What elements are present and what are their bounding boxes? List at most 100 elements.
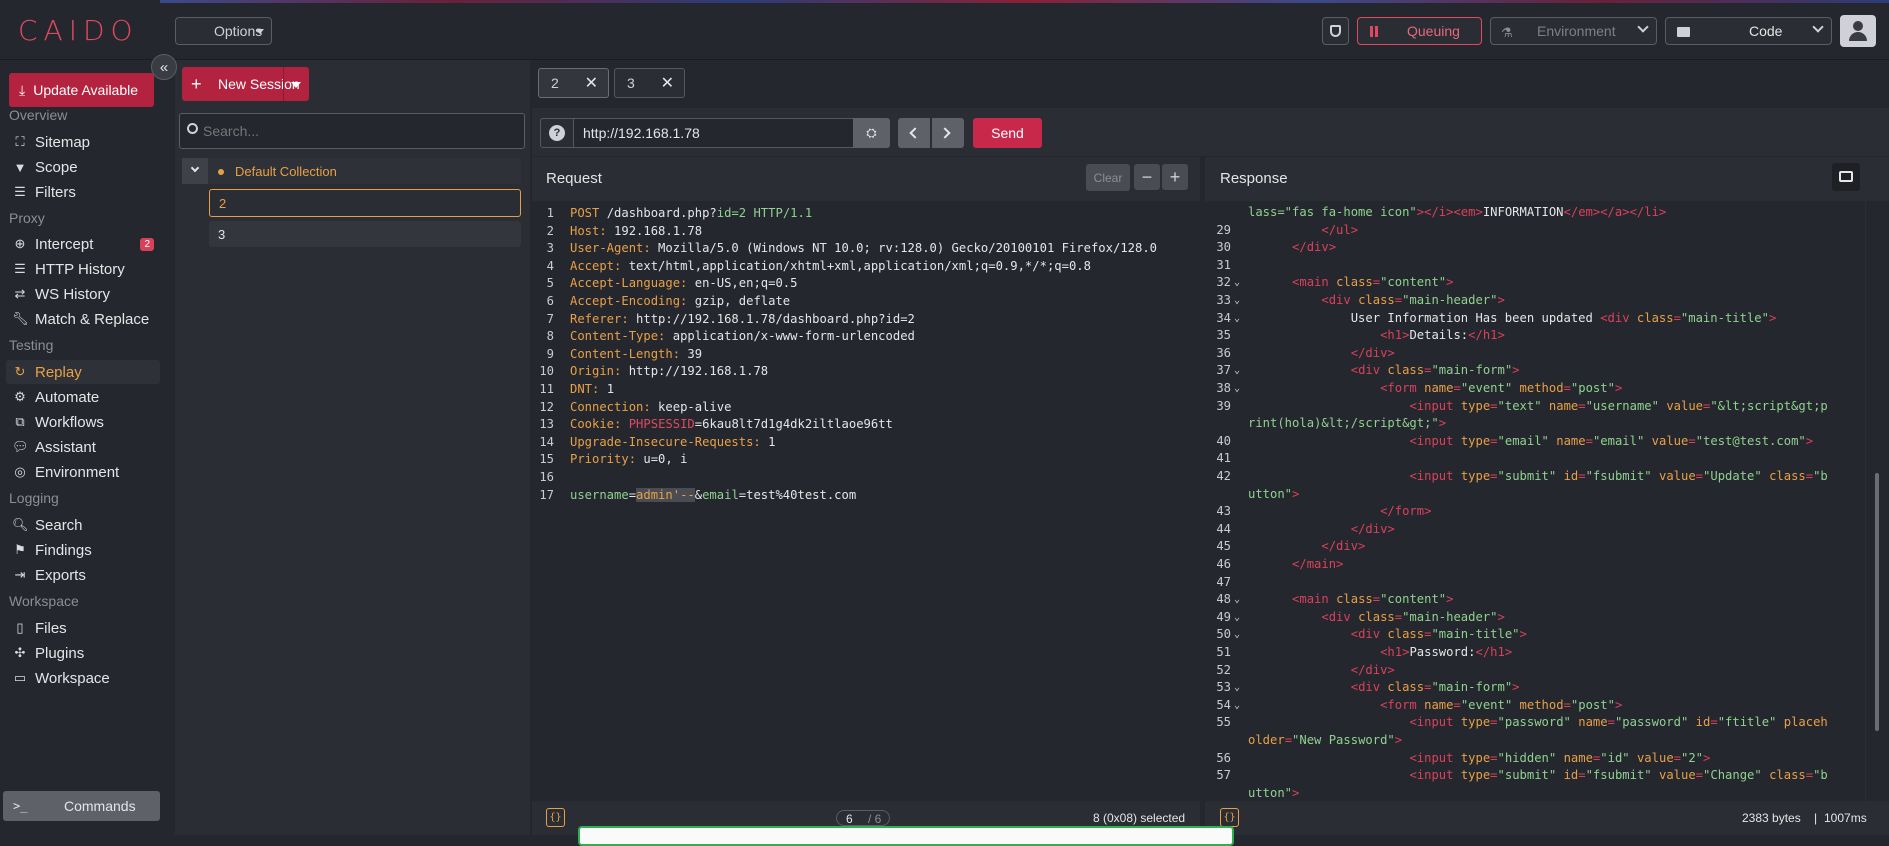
code-token: <form [1380,697,1425,712]
commands-button[interactable]: >_ Commands [3,791,160,821]
format-json-icon[interactable]: {} [546,808,565,827]
pause-icon [1370,26,1373,37]
code-token: "content" [1380,592,1447,607]
sidebar-item-label: Plugins [35,644,85,662]
puzzle-icon: ✣ [14,645,26,660]
fold-chevron-icon[interactable]: ⌄ [1234,591,1240,608]
session-search-box[interactable] [179,113,525,149]
format-json-icon[interactable]: {} [1220,808,1239,827]
code-token: "Change" [1703,768,1762,783]
sidebar-item-automate[interactable]: ⚙ Automate [6,385,160,409]
code-text: <input type="email" name="email" value="… [1248,433,1813,450]
response-editor[interactable]: lass="fas fa-home icon"></i><em>INFORMAT… [1205,201,1865,801]
fold-chevron-icon[interactable]: ⌄ [1234,310,1240,327]
previous-button[interactable] [898,118,930,148]
scrollbar-thumb[interactable] [1875,473,1879,731]
code-token: "New Password" [1292,733,1395,747]
sidebar-item-plugins[interactable]: ✣ Plugins [6,641,160,665]
fold-chevron-icon[interactable]: ⌄ [1234,626,1240,643]
send-button[interactable]: Send [973,118,1042,148]
tab-label: 2 [551,75,559,91]
code-text: User-Agent: Mozilla/5.0 (Windows NT 10.0… [570,240,1157,257]
options-button[interactable]: Options [175,17,272,45]
tab-session-2[interactable]: 2 ✕ [538,68,609,98]
collection-row[interactable]: Default Collection [182,158,521,184]
close-icon[interactable]: ✕ [661,73,674,93]
code-token: <div [1600,310,1637,325]
sidebar-item-search[interactable]: 🔍︎ Search [6,513,160,537]
clear-label: Clear [1093,170,1123,185]
code-token: placeh [1783,715,1828,730]
clear-button[interactable]: Clear [1086,164,1130,191]
sidebar-item-ws-history[interactable]: ⇄ WS History [6,282,160,306]
fold-chevron-icon[interactable]: ⌄ [1234,274,1240,291]
fold-chevron-icon[interactable]: ⌄ [1234,679,1240,696]
sidebar-item-exports[interactable]: ⇥ Exports [6,563,160,587]
close-icon[interactable]: ✕ [585,73,598,93]
toast-notification[interactable] [578,826,1234,846]
user-avatar-button[interactable] [1840,15,1876,47]
code-text: </div> [1248,538,1365,555]
code-token: "text" [1497,398,1542,413]
code-text: Host: 192.168.1.78 [570,223,702,240]
url-input[interactable] [573,118,854,148]
sidebar-item-assistant[interactable]: 💬︎ Assistant [6,435,160,459]
new-session-button[interactable]: + New Session [182,67,309,101]
sidebar-item-environment[interactable]: ◎ Environment [6,460,160,484]
line-number: 1 [546,206,554,220]
sidebar-item-filters[interactable]: ☰ Filters [6,180,160,204]
code-token: keep-alive [650,399,732,414]
fold-chevron-icon[interactable]: ⌄ [1234,292,1240,309]
sidebar-item-workflows[interactable]: ⧉ Workflows [6,410,160,434]
code-text: DNT: 1 [570,381,614,398]
response-size: 2383 bytes [1742,811,1801,825]
session-item[interactable]: 3 [209,221,521,247]
fold-chevron-icon[interactable]: ⌄ [1234,697,1240,714]
sidebar-item-intercept[interactable]: ⊕ Intercept 2 [6,232,160,256]
shield-button[interactable] [1322,17,1349,45]
zoom-in-button[interactable]: + [1162,164,1188,190]
sidebar-item-replay[interactable]: ↻ Replay [6,360,160,384]
code-token: type [1460,750,1491,765]
zoom-out-button[interactable]: − [1134,164,1160,190]
update-label: Update Available [33,82,139,98]
sidebar-item-workspace[interactable]: ▭ Workspace [6,666,160,690]
network-button[interactable]: ⛭ [853,118,890,148]
code-token: "fsubmit" [1585,469,1652,483]
fold-chevron-icon[interactable]: ⌄ [1234,362,1240,379]
sidebar-item-sitemap[interactable]: ⛶ Sitemap [6,130,160,154]
image-preview-button[interactable] [1832,163,1860,191]
code-text: Content-Type: application/x-www-form-url… [570,328,915,345]
fold-chevron-icon[interactable]: ⌄ [1234,380,1240,397]
sidebar-item-files[interactable]: ▯ Files [6,616,160,640]
code-token: type [1460,715,1491,730]
sidebar-item-label: WS History [35,285,110,303]
queuing-button[interactable]: Queuing [1357,17,1482,45]
sidebar-item-http-history[interactable]: ☰ HTTP History [6,257,160,281]
session-search-input[interactable] [203,120,513,142]
response-scrollbar[interactable] [1866,201,1889,801]
code-token: class [1336,592,1373,607]
section-overview: Overview [9,107,68,123]
sidebar-item-scope[interactable]: ▼ Scope [6,155,160,179]
tab-session-3[interactable]: 3 ✕ [614,68,685,98]
cursor-position-box[interactable]: 6 / 6 [836,810,890,826]
help-button[interactable]: ? [540,118,574,148]
code-token: > [1768,310,1777,325]
environment-select[interactable]: ⚗ Environment [1490,17,1657,45]
next-button[interactable] [932,118,964,148]
request-editor[interactable]: 1 POST /dashboard.php?id=2 HTTP/1.1 2 Host:… [532,201,1200,801]
sidebar-item-findings[interactable]: ⚑ Findings [6,538,160,562]
collapse-sidebar-button[interactable]: « [151,54,177,80]
sidebar-item-match-replace[interactable]: 🔧︎ Match & Replace [6,307,160,331]
plus-icon: + [1169,166,1181,187]
code-token: 1 [760,434,776,449]
code-select[interactable]: Code [1665,17,1832,45]
fold-chevron-icon[interactable]: ⌄ [1234,609,1240,626]
code-line: 40 <input type="email" name="email" valu… [1205,433,1865,450]
session-item[interactable]: 2 [209,189,521,217]
update-available-button[interactable]: ⤓ Update Available [9,73,154,107]
